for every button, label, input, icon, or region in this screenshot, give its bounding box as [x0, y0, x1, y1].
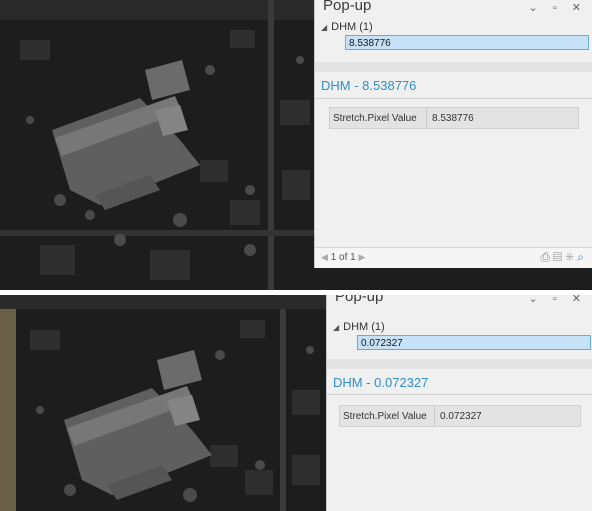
- title-rule: [327, 394, 592, 395]
- export-icon[interactable]: ▤: [553, 250, 565, 264]
- layer-node-label: DHM (1): [331, 21, 373, 33]
- attribute-row: Stretch.Pixel Value 0.072327: [339, 405, 581, 427]
- layer-node-label: DHM (1): [343, 321, 385, 333]
- attribute-row: Stretch.Pixel Value 8.538776: [329, 107, 579, 129]
- selected-feature-row[interactable]: 0.072327: [357, 335, 591, 350]
- flash-icon[interactable]: ✳: [565, 250, 577, 264]
- title-rule: [315, 98, 592, 99]
- selected-feature-row[interactable]: 8.538776: [345, 35, 589, 50]
- column-separator: [434, 406, 435, 426]
- collapse-triangle-icon[interactable]: ◢: [321, 23, 327, 32]
- section-divider: [327, 359, 592, 369]
- popup-pane: Pop-up ⌄ ▫ ✕ ◢ DHM (1) 0.072327 DHM - 0.0…: [326, 295, 592, 511]
- layer-node[interactable]: ◢ DHM (1): [333, 321, 385, 333]
- attribute-value: 8.538776: [432, 113, 474, 124]
- section-divider: [315, 62, 592, 72]
- print-icon[interactable]: ⎙: [541, 250, 554, 264]
- next-arrow-icon[interactable]: ▶: [359, 252, 366, 262]
- popup-title: Pop-up: [335, 295, 384, 305]
- zoom-icon[interactable]: ⌕: [577, 250, 587, 264]
- screenshot-bottom: Pop-up ⌄ ▫ ✕ ◢ DHM (1) 0.072327 DHM - 0.0…: [0, 295, 592, 511]
- attribute-field: Stretch.Pixel Value: [333, 113, 417, 124]
- attribute-field: Stretch.Pixel Value: [343, 411, 427, 422]
- pager-label: 1 of 1: [330, 252, 356, 263]
- layer-node[interactable]: ◢ DHM (1): [321, 21, 373, 33]
- column-separator: [426, 108, 427, 128]
- prev-arrow-icon[interactable]: ◀: [321, 252, 328, 262]
- popup-title: Pop-up: [323, 0, 372, 14]
- feature-title: DHM - 0.072327: [333, 375, 429, 390]
- screenshot-top: Pop-up ⌄ ▫ ✕ ◢ DHM (1) 8.538776 DHM - 8.5…: [0, 0, 592, 290]
- footer-tools: ⎙▤✳⌕: [541, 250, 587, 265]
- attribute-value: 0.072327: [440, 411, 482, 422]
- window-buttons[interactable]: ⌄ ▫ ✕: [529, 1, 587, 14]
- pager[interactable]: ◀ 1 of 1 ▶: [321, 252, 365, 263]
- collapse-triangle-icon[interactable]: ◢: [333, 323, 339, 332]
- popup-pane: Pop-up ⌄ ▫ ✕ ◢ DHM (1) 8.538776 DHM - 8.5…: [314, 0, 592, 268]
- feature-title: DHM - 8.538776: [321, 78, 417, 93]
- window-buttons[interactable]: ⌄ ▫ ✕: [529, 295, 587, 305]
- popup-footer: ◀ 1 of 1 ▶ ⎙▤✳⌕: [315, 247, 592, 268]
